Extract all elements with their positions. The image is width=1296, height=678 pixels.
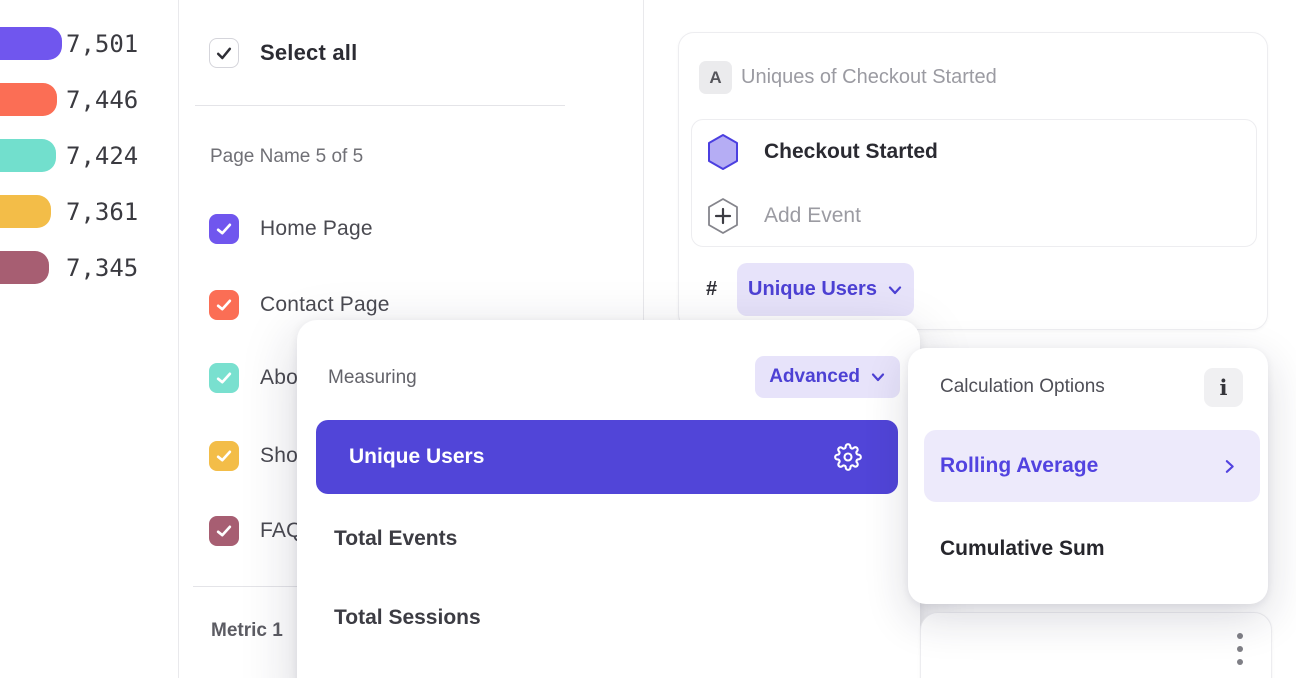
legend-value: 7,345: [66, 251, 138, 284]
legend-value: 7,501: [66, 27, 138, 60]
measuring-option-total-events[interactable]: Total Events: [334, 524, 457, 554]
select-all-row[interactable]: Select all: [209, 38, 357, 68]
measure-type-icon: #: [706, 263, 717, 316]
add-event-icon: [706, 197, 740, 235]
section-label: Page Name 5 of 5: [210, 146, 363, 168]
measure-chip[interactable]: Unique Users: [737, 263, 914, 316]
page-checkbox[interactable]: [209, 290, 239, 320]
event-row[interactable]: Checkout Started: [692, 120, 1256, 184]
series-badge: A: [699, 61, 732, 94]
measuring-option-unique-users[interactable]: Unique Users: [316, 420, 898, 494]
chevron-right-icon: [1221, 458, 1238, 475]
page-filter-label: Home Page: [260, 217, 373, 241]
measuring-title: Measuring: [328, 364, 417, 392]
advanced-toggle[interactable]: Advanced: [755, 356, 900, 398]
series-name-input[interactable]: Uniques of Checkout Started: [741, 61, 997, 94]
chevron-down-icon: [870, 369, 886, 385]
check-icon: [214, 368, 234, 388]
advanced-label: Advanced: [769, 366, 860, 388]
legend-swatch: [0, 139, 56, 172]
check-icon: [214, 295, 234, 315]
measuring-option-total-sessions[interactable]: Total Sessions: [334, 603, 481, 633]
metric-card: [920, 612, 1272, 678]
analytics-screen: 7,501 7,446 7,424 7,361 7,345 Select all…: [0, 0, 1296, 678]
measuring-option-label: Unique Users: [349, 445, 484, 469]
legend-value: 7,361: [66, 195, 138, 228]
select-all-label: Select all: [260, 40, 357, 66]
kebab-menu-icon[interactable]: [1233, 629, 1247, 669]
page-checkbox[interactable]: [209, 214, 239, 244]
legend-swatch: [0, 251, 49, 284]
event-list-card: Checkout Started Add Event: [691, 119, 1257, 247]
chevron-down-icon: [887, 282, 903, 298]
legend-swatch: [0, 195, 51, 228]
vertical-divider: [178, 0, 179, 678]
page-filter-label: Contact Page: [260, 293, 390, 317]
select-all-checkbox[interactable]: [209, 38, 239, 68]
legend-swatch: [0, 83, 57, 116]
legend-swatch: [0, 27, 62, 60]
metric-label: Metric 1: [211, 620, 283, 642]
gear-icon[interactable]: [834, 443, 862, 471]
divider: [195, 105, 565, 106]
calc-option-rolling-average[interactable]: Rolling Average: [924, 430, 1260, 502]
calculation-options-popover: Calculation Options i Rolling Average Cu…: [908, 348, 1268, 604]
measure-chip-label: Unique Users: [748, 278, 877, 301]
event-hexagon-icon: [706, 133, 740, 171]
measuring-dropdown: Measuring Advanced Unique Users Total Ev…: [297, 320, 920, 678]
legend-value: 7,446: [66, 83, 138, 116]
event-name: Checkout Started: [764, 140, 938, 164]
info-button[interactable]: i: [1204, 368, 1243, 407]
page-filter-row[interactable]: Home Page: [209, 214, 373, 244]
check-icon: [214, 446, 234, 466]
legend-value: 7,424: [66, 139, 138, 172]
page-checkbox[interactable]: [209, 516, 239, 546]
calc-option-cumulative-sum[interactable]: Cumulative Sum: [940, 534, 1105, 564]
query-builder-card: A Uniques of Checkout Started Checkout S…: [678, 32, 1268, 330]
page-checkbox[interactable]: [209, 441, 239, 471]
add-event-label: Add Event: [764, 204, 861, 228]
page-checkbox[interactable]: [209, 363, 239, 393]
check-icon: [214, 521, 234, 541]
check-icon: [214, 43, 234, 63]
page-filter-row[interactable]: Contact Page: [209, 290, 390, 320]
add-event-button[interactable]: Add Event: [692, 184, 1256, 248]
check-icon: [214, 219, 234, 239]
calculation-options-title: Calculation Options: [940, 373, 1105, 401]
calc-option-label: Rolling Average: [940, 454, 1098, 478]
